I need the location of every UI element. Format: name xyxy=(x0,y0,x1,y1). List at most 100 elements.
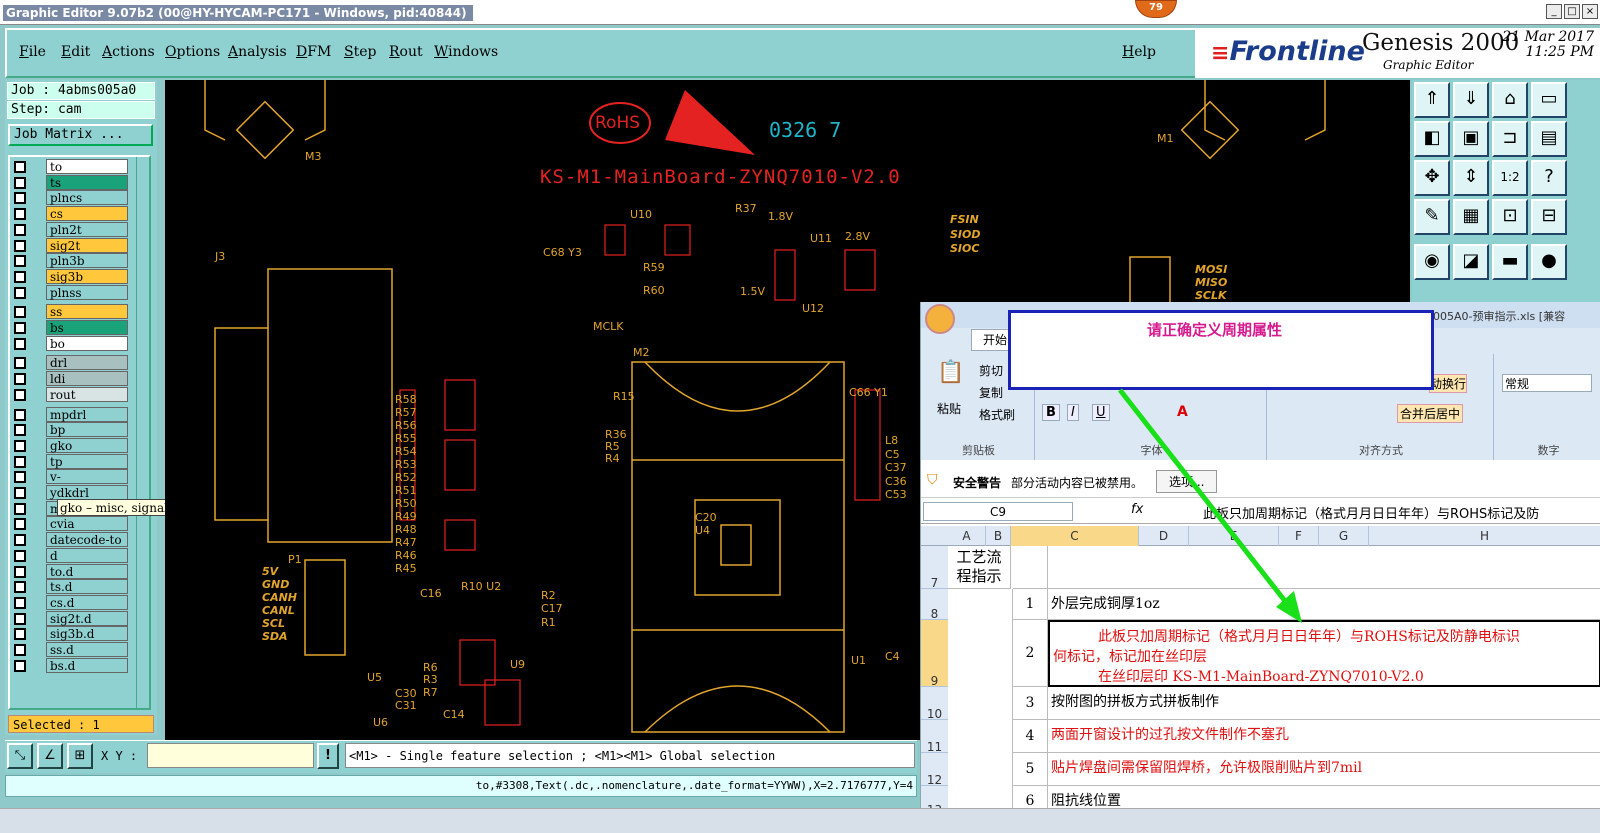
layer-scrollbar[interactable] xyxy=(136,157,147,708)
zoom-home-button[interactable]: ⤡ xyxy=(7,743,33,769)
layer-name[interactable]: bs xyxy=(46,320,128,335)
bold-button[interactable]: B xyxy=(1042,404,1060,421)
layer-row-cvia[interactable]: cvia xyxy=(12,516,128,532)
layer-name[interactable]: ldi xyxy=(46,371,128,387)
tool-button-8-icon[interactable]: ▤ xyxy=(1531,121,1567,157)
tool-button-9-icon[interactable]: ✥ xyxy=(1414,160,1450,196)
job-matrix-button[interactable]: Job Matrix ... xyxy=(8,124,153,146)
layer-row-pln3b[interactable]: pln3b xyxy=(12,253,128,269)
layer-checkbox[interactable] xyxy=(14,596,26,609)
item-number-cell[interactable]: 6 xyxy=(1013,786,1048,808)
tool-button-4-icon[interactable]: ▭ xyxy=(1531,82,1567,118)
cell-a[interactable] xyxy=(948,589,1013,620)
layer-checkbox[interactable] xyxy=(14,408,26,421)
layer-checkbox[interactable] xyxy=(14,223,26,236)
item-number-cell[interactable]: 1 xyxy=(1013,589,1048,620)
tool-button-14-icon[interactable]: ▦ xyxy=(1453,199,1489,235)
cell-a[interactable] xyxy=(948,720,1013,753)
cut-button[interactable]: 剪切 xyxy=(979,362,1003,379)
layer-checkbox[interactable] xyxy=(14,270,26,283)
layer-row-ss.d[interactable]: ss.d xyxy=(12,642,128,657)
tool-button-2-icon[interactable]: ⇓ xyxy=(1453,82,1489,118)
layer-name[interactable]: rout xyxy=(46,386,128,402)
layer-list[interactable]: to ts plncs cs pln2t sig2t pln3b sig3b plnss ss bs… xyxy=(8,155,151,710)
layer-checkbox[interactable] xyxy=(14,455,26,468)
layer-row-sig3b.d[interactable]: sig3b.d xyxy=(12,626,128,642)
instruction-cell[interactable]: 此板只加周期标记（格式月月日日年年）与ROHS标记及防静电标识 何标记，标记加在丝… xyxy=(1048,620,1600,687)
layer-checkbox[interactable] xyxy=(14,388,26,401)
tool-button-3-icon[interactable]: ⌂ xyxy=(1492,82,1528,118)
layer-checkbox[interactable] xyxy=(14,471,26,484)
menu-rout[interactable]: Rout xyxy=(389,44,423,60)
layer-row-bs[interactable]: bs xyxy=(12,320,128,335)
layer-name[interactable]: ts xyxy=(46,174,128,190)
tool-button-19-icon[interactable]: ▬ xyxy=(1492,244,1528,280)
column-header-A[interactable]: A xyxy=(948,526,986,546)
maximize-button[interactable]: □ xyxy=(1564,4,1580,19)
tool-button-15-icon[interactable]: ⊡ xyxy=(1492,199,1528,235)
tool-button-6-icon[interactable]: ▣ xyxy=(1453,121,1489,157)
xy-input[interactable] xyxy=(147,743,314,768)
layer-name[interactable]: ss.d xyxy=(46,642,128,657)
layer-row-ldi[interactable]: ldi xyxy=(12,371,128,387)
item-number-cell[interactable]: 5 xyxy=(1013,753,1048,786)
layer-name[interactable]: cs.d xyxy=(46,594,128,610)
menu-file[interactable]: File xyxy=(19,44,46,60)
number-format-select[interactable]: 常规 xyxy=(1502,374,1592,392)
tool-button-11-icon[interactable]: 1:2 xyxy=(1492,160,1528,196)
layer-row-drl[interactable]: drl xyxy=(12,355,128,371)
layer-row-ts.d[interactable]: ts.d xyxy=(12,579,128,595)
layer-row-tp[interactable]: tp xyxy=(12,453,128,469)
layer-checkbox[interactable] xyxy=(14,357,26,370)
layer-name[interactable]: bp xyxy=(46,422,128,438)
layer-row-bo[interactable]: bo xyxy=(12,335,128,351)
layer-row-sig2t[interactable]: sig2t xyxy=(12,237,128,253)
column-header-H[interactable]: H xyxy=(1369,526,1600,546)
layer-row-plnss[interactable]: plnss xyxy=(12,284,128,300)
layer-name[interactable]: mpdrl xyxy=(46,406,128,422)
layer-checkbox[interactable] xyxy=(14,502,26,515)
cell-a[interactable] xyxy=(948,786,1013,808)
layer-name[interactable]: plnss xyxy=(46,284,128,300)
layer-checkbox[interactable] xyxy=(14,581,26,594)
layer-row-rout[interactable]: rout xyxy=(12,386,128,402)
layer-name[interactable]: cvia xyxy=(46,516,128,532)
layer-checkbox[interactable] xyxy=(14,161,26,173)
cell-a[interactable] xyxy=(948,620,1013,687)
column-header-G[interactable]: G xyxy=(1319,526,1369,546)
layer-checkbox[interactable] xyxy=(14,565,26,578)
tool-button-5-icon[interactable]: ◧ xyxy=(1414,121,1450,157)
layer-name[interactable]: v- xyxy=(46,469,128,485)
layer-name[interactable]: tp xyxy=(46,453,128,469)
copy-button[interactable]: 复制 xyxy=(979,384,1003,401)
row-header[interactable]: 8 xyxy=(921,589,948,621)
instruction-cell[interactable]: 贴片焊盘间需保留阻焊桥，允许极限削贴片到7mil xyxy=(1048,753,1600,786)
layer-row-plncs[interactable]: plncs xyxy=(12,190,128,206)
layer-name[interactable]: bo xyxy=(46,335,128,351)
layer-row-sig2t.d[interactable]: sig2t.d xyxy=(12,610,128,626)
layer-checkbox[interactable] xyxy=(14,208,26,221)
layer-checkbox[interactable] xyxy=(14,176,26,189)
layer-name[interactable]: drl xyxy=(46,355,128,371)
layer-name[interactable]: ydkdrl xyxy=(46,485,128,500)
menu-edit[interactable]: Edit xyxy=(61,44,90,60)
layer-name[interactable]: sig3b xyxy=(46,268,128,284)
tool-button-18-icon[interactable]: ◪ xyxy=(1453,244,1489,280)
tool-button-20-icon[interactable]: ● xyxy=(1531,244,1567,280)
layer-checkbox[interactable] xyxy=(14,439,26,452)
layer-row-d[interactable]: d xyxy=(12,547,128,563)
close-button[interactable]: × xyxy=(1582,4,1598,19)
layer-name[interactable]: d xyxy=(46,547,128,563)
layer-row-cs.d[interactable]: cs.d xyxy=(12,594,128,610)
layer-row-sig3b[interactable]: sig3b xyxy=(12,268,128,284)
layer-name[interactable]: ts.d xyxy=(46,579,128,595)
measure-button[interactable]: ∠ xyxy=(37,743,63,769)
layer-checkbox[interactable] xyxy=(14,659,26,672)
instruction-cell[interactable]: 阻抗线位置 xyxy=(1048,786,1600,808)
instruction-cell[interactable]: 按附图的拼板方式拼板制作 xyxy=(1048,687,1600,720)
menu-options[interactable]: Options xyxy=(165,44,220,60)
layer-checkbox[interactable] xyxy=(14,322,26,334)
layer-checkbox[interactable] xyxy=(14,549,26,562)
italic-button[interactable]: I xyxy=(1067,404,1079,421)
layer-checkbox[interactable] xyxy=(14,255,26,268)
